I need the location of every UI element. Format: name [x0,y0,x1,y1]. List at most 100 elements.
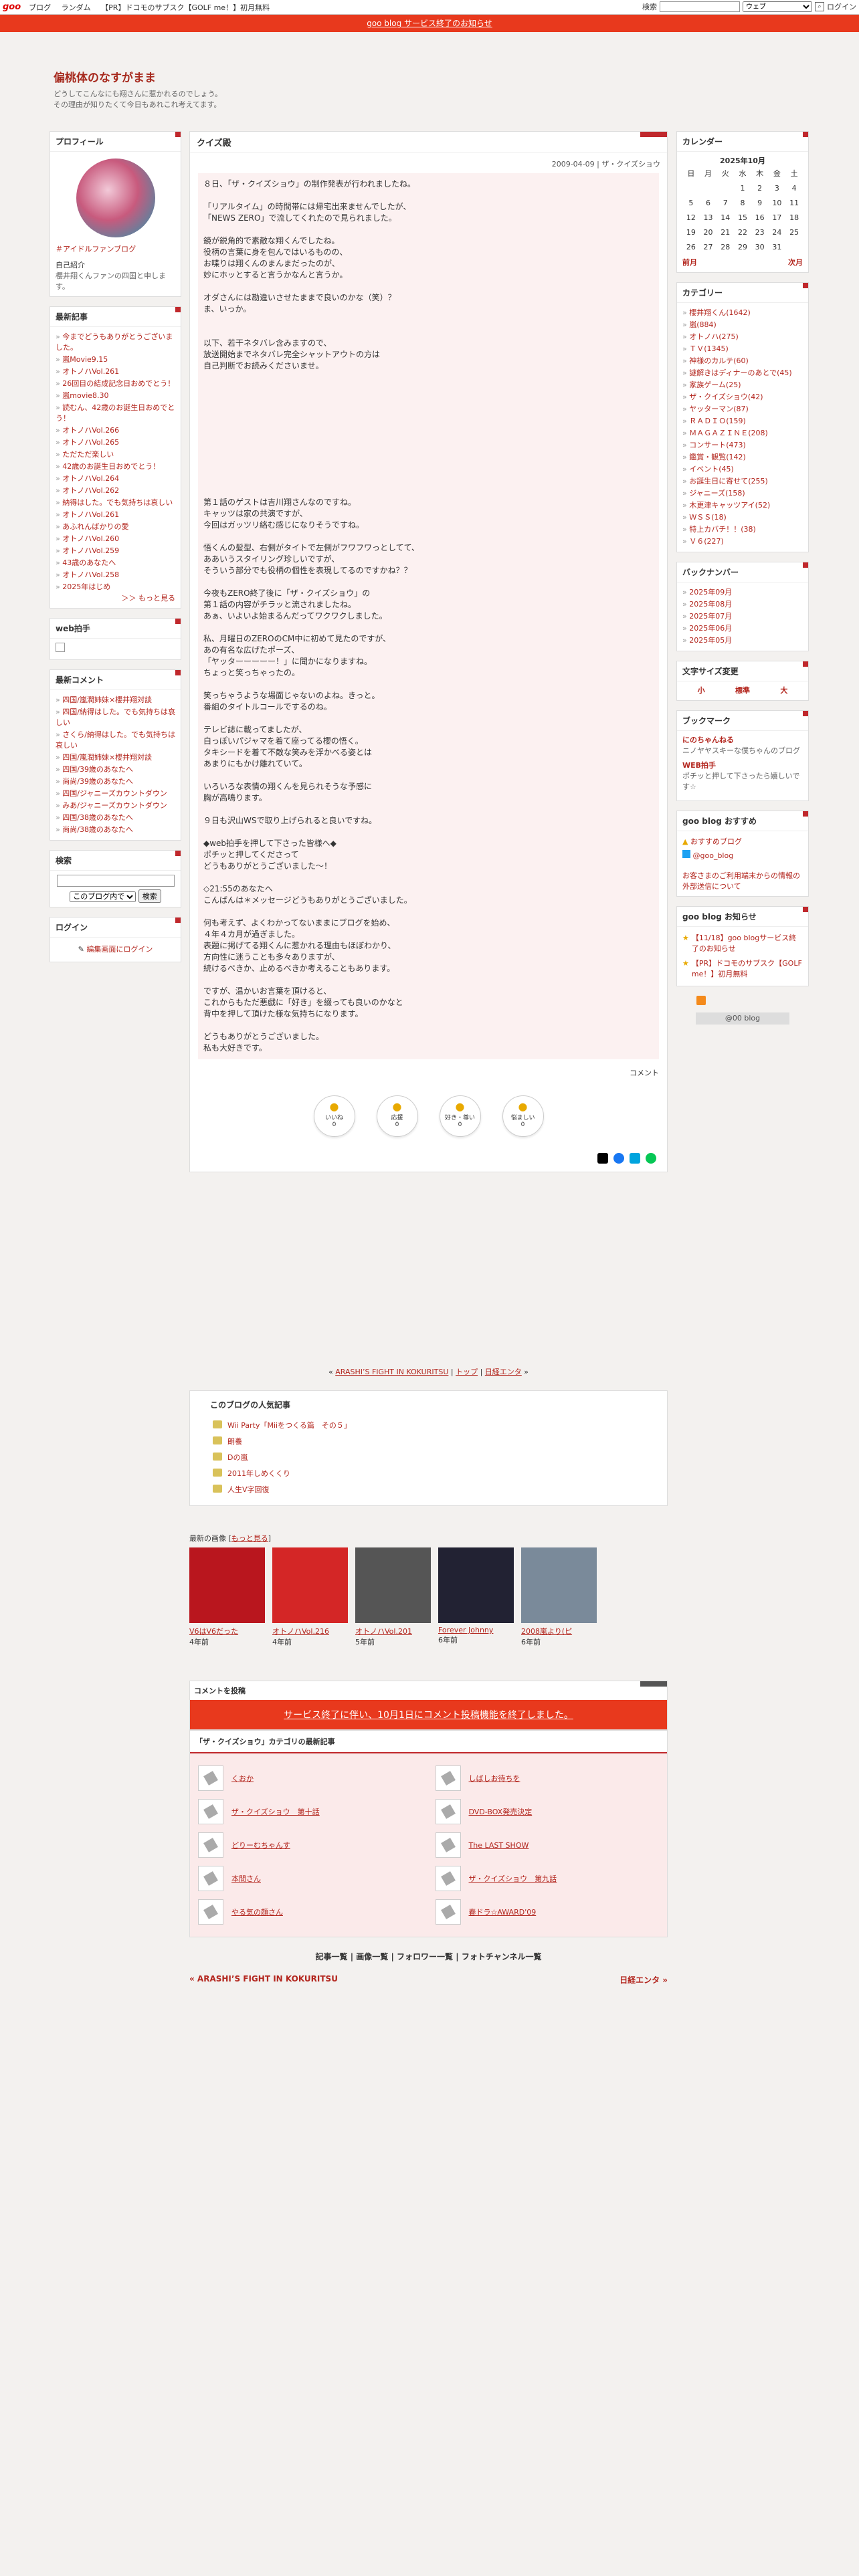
category-item[interactable]: 木更津キャッツアイ(52) [682,500,803,512]
thumb-image[interactable] [189,1547,265,1623]
category-item[interactable]: オトノハ(275) [682,331,803,343]
facebook-share-icon[interactable] [613,1153,624,1164]
category-latest-link[interactable]: 春ドラ☆AWARD'09 [469,1907,537,1917]
backnumber-item[interactable]: 2025年09月 [682,586,803,599]
top-search-input[interactable] [660,1,740,12]
popular-item[interactable]: 2011年しめくくり [210,1465,647,1481]
category-latest-item[interactable]: The LAST SHOW [435,1832,660,1858]
pager-next[interactable]: 日経エンタ [485,1368,522,1376]
news-item-2[interactable]: 【PR】ドコモのサブスク【GOLF me！】初月無料 [692,958,803,980]
rss-icon[interactable] [696,996,706,1005]
foot-link-photo[interactable]: フォトチャンネル一覧 [462,1952,542,1961]
category-item[interactable]: 家族ゲーム(25) [682,379,803,391]
list-item[interactable]: オトノハVol.260 [56,533,175,545]
reaction-button[interactable]: ● 応援 0 [376,1095,418,1137]
backnumber-item[interactable]: 2025年07月 [682,611,803,623]
popular-link[interactable]: 2011年しめくくり [227,1469,290,1478]
image-thumb[interactable]: 2008嵐より(ピ 6年前 [521,1547,597,1647]
list-item[interactable]: 2025年はじめ [56,581,175,593]
category-item[interactable]: ＴＶ(1345) [682,343,803,355]
list-item[interactable]: 四国/ジャニーズカウントダウン [56,788,175,800]
category-item[interactable]: 櫻井翔くん(1642) [682,307,803,319]
external-info-link[interactable]: お客さまのご利用端末からの情報の外部送信について [682,871,800,891]
calendar-prev[interactable]: 前月 [682,257,697,268]
popular-link[interactable]: 人生V字回復 [227,1485,270,1494]
list-item[interactable]: 読むん、42歳のお誕生日おめでとう！ [56,402,175,425]
thumb-title[interactable]: オトノハVol.216 [272,1626,348,1636]
category-item[interactable]: ＷＳＳ(18) [682,512,803,524]
category-item[interactable]: 鑑賞・観覧(142) [682,451,803,463]
category-latest-link[interactable]: ザ・クイズショウ 第十話 [231,1806,320,1817]
pager-top[interactable]: トップ [456,1368,478,1376]
reaction-button[interactable]: ● 悩ましい 0 [502,1095,544,1137]
thumb-title[interactable]: Forever Johnny [438,1626,514,1634]
category-item[interactable]: 嵐(884) [682,319,803,331]
bookmark-link[interactable]: WEB拍手 [682,760,803,771]
thumb-title[interactable]: オトノハVol.201 [355,1626,431,1636]
goo-blog-twitter-link[interactable]: @goo_blog [693,851,734,860]
blog-search-scope[interactable]: このブログ内で [70,891,136,902]
images-more[interactable]: もっと見る [231,1534,268,1543]
calendar-next[interactable]: 次月 [788,257,803,268]
comment-link[interactable]: コメント [630,1069,659,1077]
font-small[interactable]: 小 [698,685,705,696]
list-item[interactable]: オトノハVol.264 [56,473,175,485]
popular-item[interactable]: Dの嵐 [210,1449,647,1465]
reaction-button[interactable]: ● 好き・尊い 0 [439,1095,481,1137]
category-latest-item[interactable]: やる気の顔さん [198,1899,422,1925]
bookmark-link[interactable]: にのちゃんねる [682,735,803,746]
search-scope-select[interactable]: ウェブ [743,1,812,12]
pager-prev[interactable]: ARASHI’S FIGHT IN KOKURITSU [335,1368,448,1376]
list-item[interactable]: あふれんばかりの愛 [56,521,175,533]
goo-blog-badge[interactable]: @00 blog [696,1012,789,1025]
category-latest-item[interactable]: ザ・クイズショウ 第九話 [435,1866,660,1891]
foot-link-images[interactable]: 画像一覧 [356,1952,388,1961]
list-item[interactable]: 42歳のお誕生日おめでとう！ [56,461,175,473]
popular-item[interactable]: 朗養 [210,1433,647,1449]
category-latest-item[interactable]: どりーむちゃんす [198,1832,422,1858]
foot-link-followers[interactable]: フォロワー一覧 [397,1952,453,1961]
news-item-1[interactable]: 【11/18】goo blogサービス終了のお知らせ [692,933,803,954]
list-item[interactable]: さくら/納得はした。でも気持ちは哀しい [56,729,175,752]
list-item[interactable]: オトノハVol.265 [56,437,175,449]
category-item[interactable]: イベント(45) [682,463,803,475]
backnumber-item[interactable]: 2025年06月 [682,623,803,635]
bottom-prev[interactable]: « ARASHI’S FIGHT IN KOKURITSU [189,1974,338,1985]
thumb-title[interactable]: V6はV6だった [189,1626,265,1636]
list-item[interactable]: 今までどうもありがとうございました。 [56,331,175,354]
list-item[interactable]: オトノハVol.261 [56,366,175,378]
list-item[interactable]: オトノハVol.266 [56,425,175,437]
foot-link-articles[interactable]: 記事一覧 [316,1952,348,1961]
font-large[interactable]: 大 [780,685,787,696]
thumb-image[interactable] [355,1547,431,1623]
category-latest-link[interactable]: やる気の顔さん [231,1907,283,1917]
category-item[interactable]: Ｖ６(227) [682,536,803,548]
category-item[interactable]: 特上カバチ！！(38) [682,524,803,536]
search-icon[interactable]: ⌕ [815,2,824,11]
nav-blog[interactable]: ブログ [29,3,51,12]
category-latest-link[interactable]: どりーむちゃんす [231,1840,290,1850]
line-share-icon[interactable] [646,1153,656,1164]
image-thumb[interactable]: V6はV6だった 4年前 [189,1547,265,1647]
category-item[interactable]: コンサート(473) [682,439,803,451]
notice-link[interactable]: goo blog サービス終了のお知らせ [367,19,492,28]
category-item[interactable]: ジャニーズ(158) [682,488,803,500]
x-share-icon[interactable] [597,1153,608,1164]
thumb-image[interactable] [521,1547,597,1623]
category-latest-item[interactable]: ザ・クイズショウ 第十話 [198,1799,422,1824]
hatena-share-icon[interactable] [630,1153,640,1164]
list-item[interactable]: 四国/39歳のあなたへ [56,764,175,776]
list-item[interactable]: みあ/ジャニーズカウントダウン [56,800,175,812]
category-latest-item[interactable]: 本間さん [198,1866,422,1891]
reaction-button[interactable]: ● いいね 0 [313,1095,355,1137]
category-latest-item[interactable]: 春ドラ☆AWARD'09 [435,1899,660,1925]
article-title[interactable]: クイズ殿 [190,132,667,153]
category-latest-link[interactable]: 本間さん [231,1873,261,1884]
list-item[interactable]: 納得はした。でも気持ちは哀しい [56,497,175,509]
more-link[interactable]: ＞＞ もっと見る [122,594,176,603]
thumb-image[interactable] [272,1547,348,1623]
list-item[interactable]: 嵐Movie9.15 [56,354,175,366]
category-item[interactable]: 神様のカルテ(60) [682,355,803,367]
thumb-title[interactable]: 2008嵐より(ピ [521,1626,597,1636]
thumb-image[interactable] [438,1547,514,1623]
